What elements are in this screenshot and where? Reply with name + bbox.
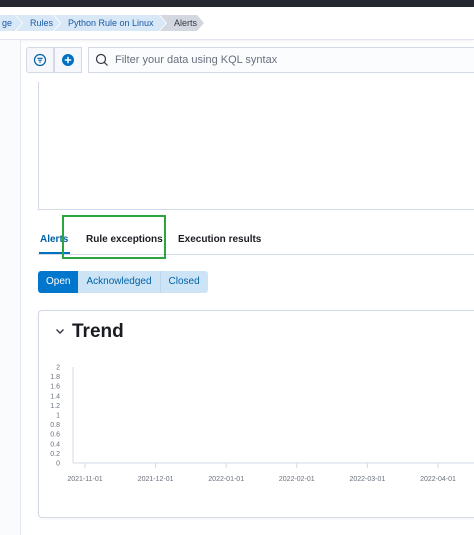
- y-tick-label: 0.8: [50, 422, 60, 429]
- search-icon: [95, 53, 108, 66]
- x-tick-label: 2022-01-01: [208, 476, 244, 483]
- rule-details-panel: [38, 82, 474, 210]
- y-tick-label: 1.4: [50, 393, 60, 400]
- breadcrumb-item-alerts: Alerts: [160, 15, 204, 31]
- y-tick-label: 0.2: [50, 451, 60, 458]
- top-header-bar: [0, 0, 474, 7]
- y-tick-label: 1.8: [50, 374, 60, 381]
- add-filter-icon: [62, 54, 74, 66]
- x-tick-label: 2021-12-01: [138, 476, 174, 483]
- x-tick-label: 2021-11-01: [67, 476, 102, 483]
- breadcrumb: ge Rules Python Rule on Linux Alerts: [0, 7, 474, 40]
- trend-chart: 2 1.8 1.6 1.4 1.2 1 0.8 0.6 0.4 0.2 0 2021-11-01 20…: [50, 365, 474, 483]
- status-acknowledged-button[interactable]: Acknowledged: [78, 271, 161, 293]
- tab-execution-results[interactable]: Execution results: [178, 234, 261, 245]
- highlight-box: [62, 215, 166, 259]
- filter-menu-button[interactable]: [26, 47, 54, 73]
- y-tick-label: 1.2: [50, 403, 60, 410]
- chevron-down-icon[interactable]: [54, 325, 66, 337]
- y-tick-label: 1: [56, 413, 60, 420]
- search-input[interactable]: [115, 50, 455, 70]
- y-tick-label: 0: [56, 461, 60, 468]
- y-tick-label: 1.6: [50, 384, 60, 391]
- y-tick-label: 0.6: [50, 432, 60, 439]
- side-nav-edge: [0, 40, 21, 535]
- alert-status-filter: Open Acknowledged Closed: [38, 271, 208, 293]
- filter-icon: [33, 53, 47, 67]
- breadcrumb-item-rule[interactable]: Python Rule on Linux: [54, 15, 166, 31]
- x-tick-label: 2022-04-01: [420, 476, 456, 483]
- y-tick-label: 0.4: [50, 441, 60, 448]
- add-filter-button[interactable]: [54, 47, 82, 73]
- breadcrumb-item-rules[interactable]: Rules: [16, 15, 60, 31]
- y-tick-label: 2: [56, 365, 60, 372]
- x-tick-label: 2022-03-01: [349, 476, 385, 483]
- x-tick-label: 2022-02-01: [279, 476, 315, 483]
- kql-search-bar[interactable]: [88, 47, 474, 73]
- status-open-button[interactable]: Open: [38, 271, 79, 293]
- status-closed-button[interactable]: Closed: [160, 271, 208, 293]
- trend-title: Trend: [72, 321, 124, 342]
